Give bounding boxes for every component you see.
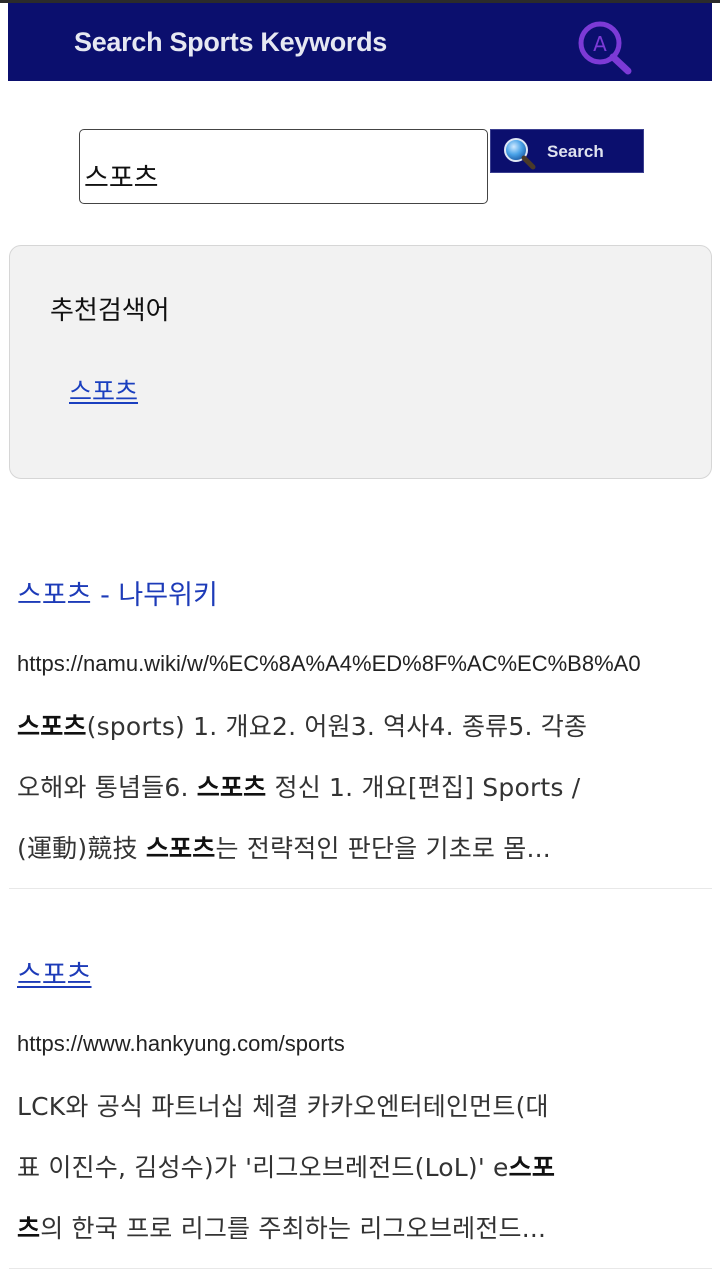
result-title-link[interactable]: 스포츠 - 나무위키 [17,573,218,612]
recommended-keywords-panel: 추천검색어 스포츠 [9,245,712,479]
result-description: 스포츠(sports) 1. 개요2. 어원3. 역사4. 종류5. 각종 오해… [17,696,707,879]
result-description-line: 스포츠(sports) 1. 개요2. 어원3. 역사4. 종류5. 각종 [17,712,588,741]
search-button[interactable]: Search [490,129,644,173]
result-description: LCK와 공식 파트너십 체결 카카오엔터테인먼트(대 표 이진수, 김성수)가… [17,1076,707,1259]
result-url: https://namu.wiki/w/%EC%8A%A4%ED%8F%AC%E… [17,651,641,676]
app-title: Search Sports Keywords [74,27,388,57]
logo-letter: A [593,32,607,56]
result-divider [9,888,712,889]
result-divider [9,1268,712,1269]
page: Search Sports Keywords A Search 추천검색어 스포… [0,0,720,1282]
result-description-line: LCK와 공식 파트너십 체결 카카오엔터테인먼트(대 [17,1092,549,1121]
search-input[interactable] [79,129,488,204]
search-button-label: Search [547,142,604,161]
recommended-keywords-title: 추천검색어 [50,296,170,326]
search-icon [504,138,536,170]
result-description-line: 오해와 통념들6. 스포츠 정신 1. 개요[편집] Sports / [17,773,581,802]
result-title-link[interactable]: 스포츠 [17,953,92,992]
magnifier-a-logo-icon[interactable]: A [568,17,636,77]
result-description-line: 츠의 한국 프로 리그를 주최하는 리그오브레전드... [17,1214,547,1243]
recommended-keyword-link[interactable]: 스포츠 [69,372,138,408]
result-description-line: 표 이진수, 김성수)가 '리그오브레전드(LoL)' e스포 [17,1153,556,1182]
result-description-line: (運動)競技 스포츠는 전략적인 판단을 기초로 몸... [17,834,551,863]
result-url: https://www.hankyung.com/sports [17,1031,345,1056]
app-header: Search Sports Keywords A [8,3,712,81]
